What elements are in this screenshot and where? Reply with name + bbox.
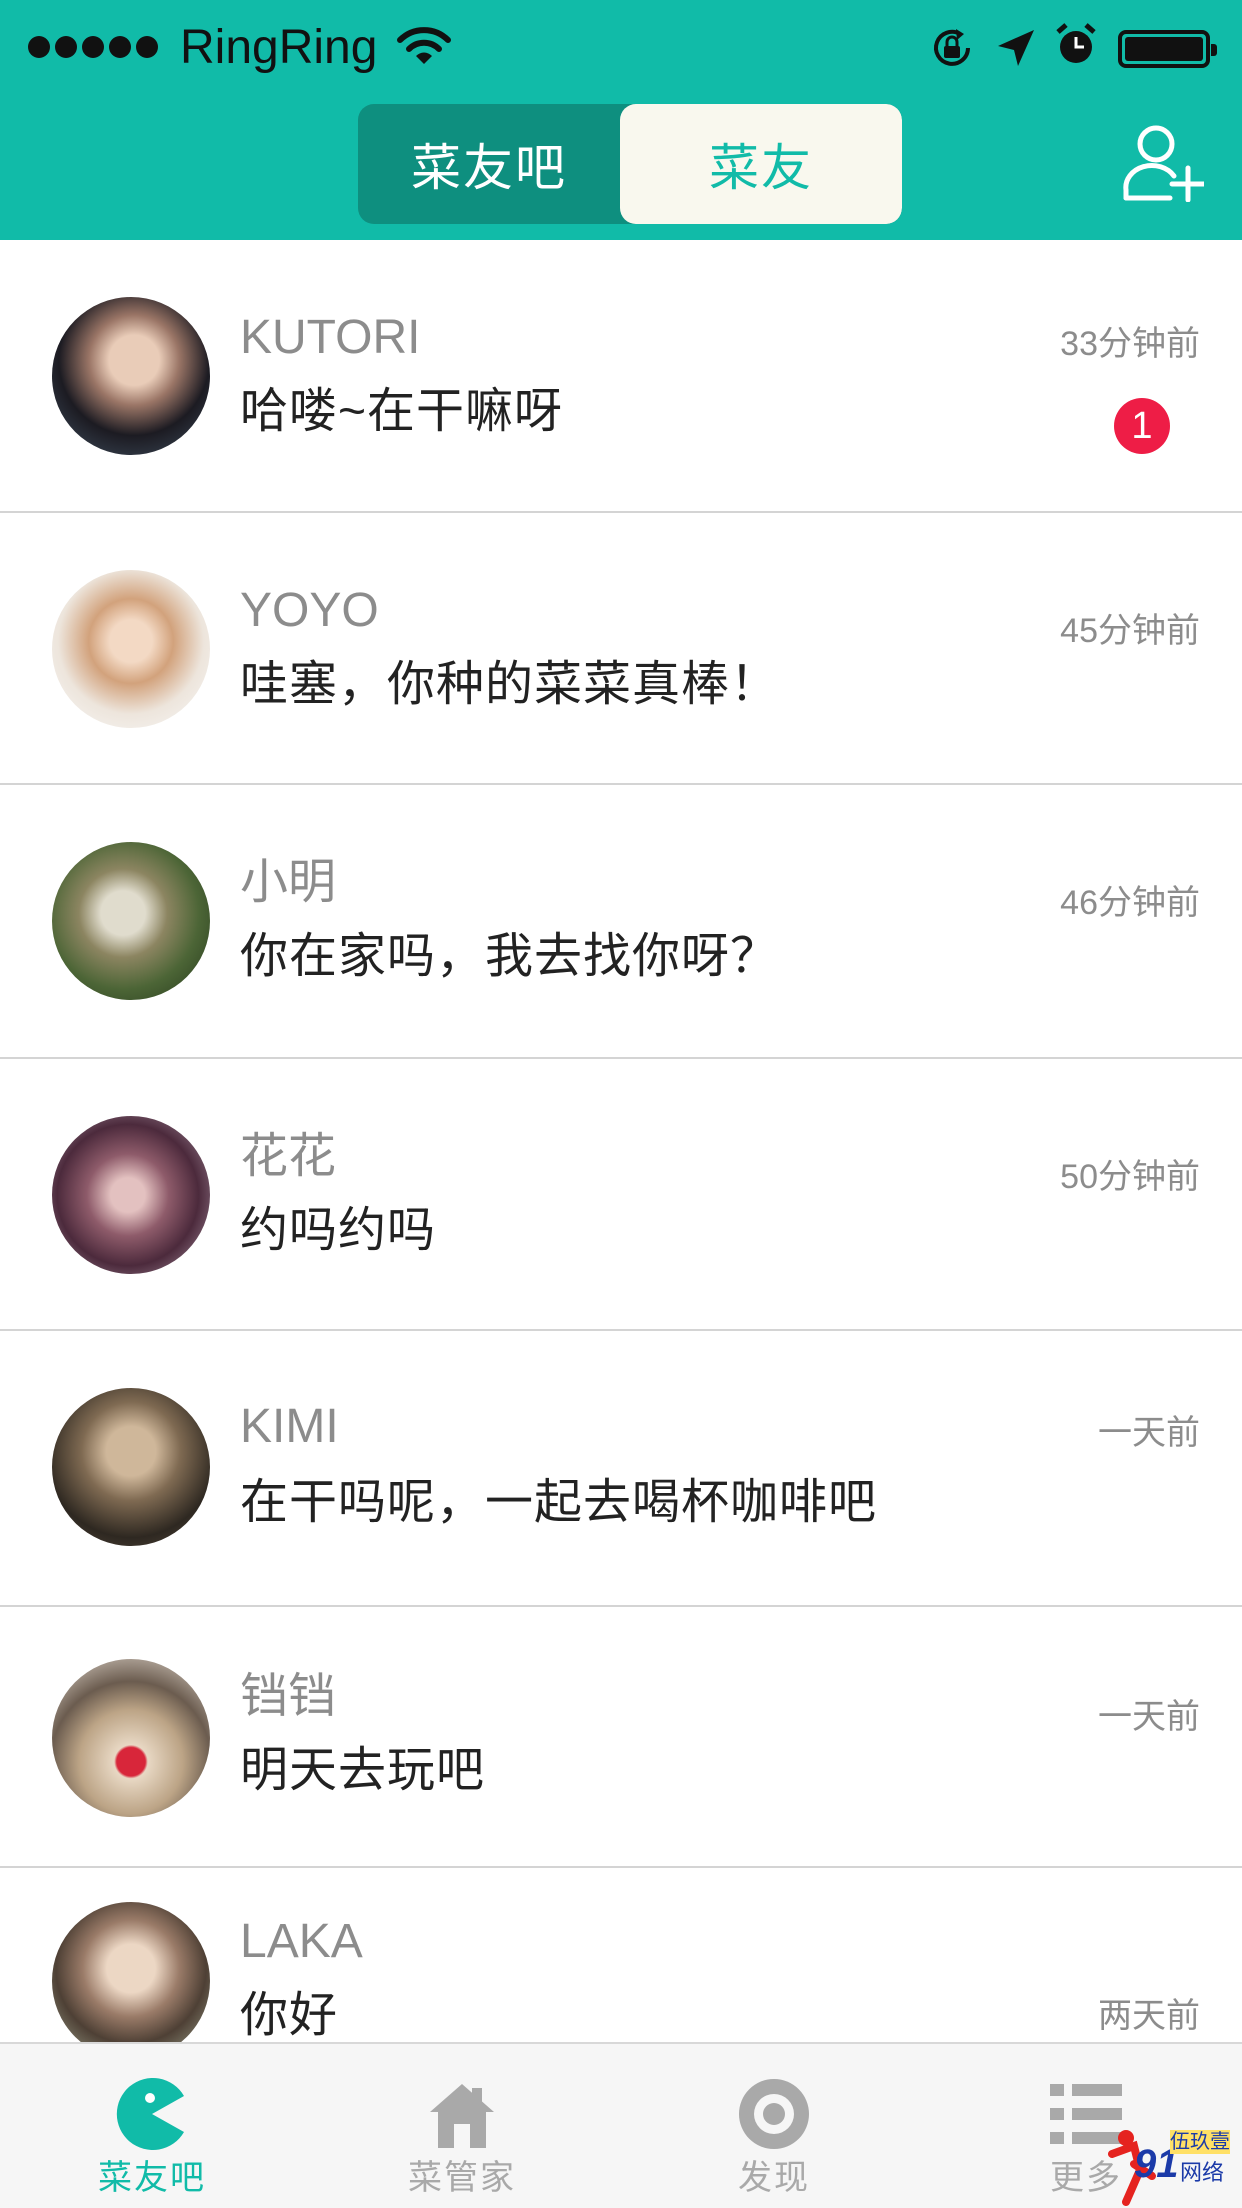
contact-name: KIMI [240,1400,339,1453]
tab-caiyouba[interactable]: 菜友吧 [42,2044,262,2208]
house-icon [430,2084,494,2148]
contact-name: KUTORI [240,311,421,364]
avatar [52,1902,210,2060]
rotation-lock-icon [934,29,970,66]
contact-name: 小明 [240,856,337,909]
unread-badge: 1 [1114,398,1170,454]
chat-row-laka[interactable]: LAKA 你好 两天前 [0,1868,1242,2060]
contact-name: 花花 [240,1130,337,1183]
top-bar: RingRing 菜友吧 菜友 [0,0,1242,240]
avatar [52,1116,210,1274]
signal-dots-icon [28,36,158,60]
discover-target-icon [739,2079,809,2149]
tab-label: 菜管家 [408,2159,516,2197]
alarm-icon [1056,23,1096,63]
chat-row-kutori[interactable]: KUTORI 哈喽~在干嘛呀 33分钟前 1 [0,240,1242,513]
status-bar: RingRing [0,0,1242,96]
last-message: 明天去玩吧 [240,1744,486,1797]
tab-faxian[interactable]: 发现 [664,2044,884,2208]
chat-row-dangdang[interactable]: 铛铛 明天去玩吧 一天前 [0,1607,1242,1868]
watermark-logo: 91 伍玖壹 网络 [1104,2124,1236,2206]
message-time: 45分钟前 [1060,612,1200,650]
last-message: 在干吗呢，一起去喝杯咖啡吧 [240,1476,878,1529]
add-user-icon[interactable] [1122,124,1204,202]
last-message: 约吗约吗 [240,1204,437,1257]
tab-label: 菜友吧 [98,2159,206,2197]
message-time: 46分钟前 [1060,884,1200,922]
message-time: 两天前 [1098,1997,1200,2035]
pacman-icon [116,2078,184,2150]
watermark-text-top: 伍玖壹 [1170,2130,1230,2154]
message-time: 一天前 [1098,1414,1200,1452]
chat-row-xiaoming[interactable]: 小明 你在家吗，我去找你呀？ 46分钟前 [0,785,1242,1059]
segmented-control: 菜友吧 菜友 [358,104,902,224]
avatar [52,1659,210,1817]
avatar [52,842,210,1000]
watermark-text-bottom: 网络 [1180,2160,1225,2185]
location-arrow-icon [998,30,1034,66]
contact-name: YOYO [240,584,379,637]
avatar [52,570,210,728]
last-message: 哈喽~在干嘛呀 [240,385,564,438]
tab-label: 发现 [738,2159,810,2197]
wifi-icon [397,27,451,64]
last-message: 你在家吗，我去找你呀？ [240,930,780,983]
carrier-name: RingRing [180,21,378,74]
chat-row-yoyo[interactable]: YOYO 哇塞，你种的菜菜真棒！ 45分钟前 [0,513,1242,785]
avatar [52,297,210,455]
message-time: 一天前 [1098,1698,1200,1736]
tab-caiguanjia[interactable]: 菜管家 [352,2044,572,2208]
segment-caiyou[interactable]: 菜友 [620,104,902,224]
message-time: 50分钟前 [1060,1158,1200,1196]
segment-caiyouba[interactable]: 菜友吧 [358,104,620,224]
last-message: 你好 [240,1989,339,2042]
contact-name: 铛铛 [240,1670,337,1723]
avatar [52,1388,210,1546]
chat-row-huahua[interactable]: 花花 约吗约吗 50分钟前 [0,1059,1242,1331]
contact-name: LAKA [240,1915,363,1968]
tab-bar: 菜友吧 菜管家 发现 更多 91 伍玖壹 网络 [0,2042,1242,2208]
chat-row-kimi[interactable]: KIMI 在干吗呢，一起去喝杯咖啡吧 一天前 [0,1331,1242,1607]
battery-icon [1118,30,1217,68]
message-time: 33分钟前 [1060,325,1200,363]
last-message: 哇塞，你种的菜菜真棒！ [240,658,780,711]
